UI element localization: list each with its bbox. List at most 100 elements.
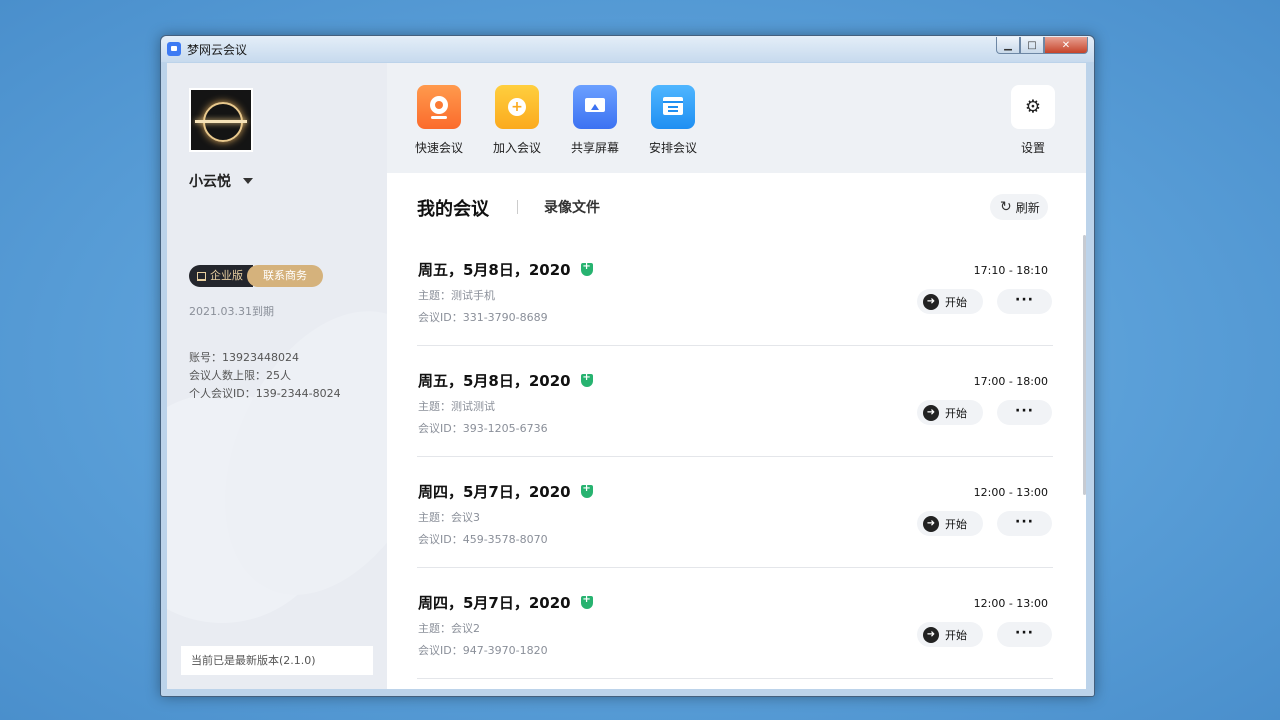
start-button[interactable]: ➜ 开始 — [917, 289, 983, 314]
edition-badges: 企业版 联系商务 — [189, 265, 323, 287]
caret-down-icon — [243, 178, 253, 184]
schedule-meeting-button[interactable]: 安排会议 — [643, 85, 703, 156]
arrow-right-icon: ➜ — [923, 293, 939, 310]
member-limit: 会议人数上限：25人 — [189, 369, 291, 382]
meeting-topic: 主题：会议3 — [418, 511, 480, 524]
personal-meeting-id: 个人会议ID：139-2344-8024 — [189, 387, 341, 400]
meeting-time: 17:00 - 18:00 — [973, 375, 1048, 388]
user-menu[interactable]: 小云悦 — [189, 171, 253, 191]
arrow-right-icon: ➜ — [923, 626, 939, 643]
minimize-button[interactable]: ▁ — [996, 37, 1020, 54]
join-meeting-tile: + — [495, 85, 539, 129]
client-area: 小云悦 企业版 联系商务 2021.03.31到期 账号：13923448024… — [167, 63, 1086, 689]
tab-divider — [517, 200, 518, 214]
quick-meeting-label: 快速会议 — [414, 141, 463, 155]
join-meeting-label: 加入会议 — [492, 141, 541, 155]
meeting-time: 17:10 - 18:10 — [973, 264, 1048, 277]
meeting-topic: 主题：会议2 — [418, 622, 480, 635]
scrollbar[interactable] — [1083, 235, 1086, 495]
window-title: 梦网云会议 — [187, 43, 248, 57]
tab-recordings[interactable]: 录像文件 — [544, 197, 600, 217]
meeting-date: 周五，5月8日，2020 — [418, 259, 593, 280]
meeting-id: 会议ID：331-3790-8689 — [418, 311, 548, 324]
meeting-date-text: 周五，5月8日，2020 — [418, 372, 571, 390]
start-label: 开始 — [945, 628, 967, 642]
share-screen-tile — [573, 85, 617, 129]
meeting-id: 会议ID：947-3970-1820 — [418, 644, 548, 657]
start-button[interactable]: ➜ 开始 — [917, 622, 983, 647]
account-info: 账号：13923448024 会议人数上限：25人 个人会议ID：139-234… — [189, 349, 341, 403]
meeting-time: 12:00 - 13:00 — [973, 486, 1048, 499]
more-button[interactable]: ··· — [997, 511, 1052, 536]
close-button[interactable]: ✕ — [1044, 37, 1088, 54]
window-controls: ▁ □ ✕ — [996, 37, 1088, 54]
edition-badge-label: 企业版 — [210, 269, 243, 282]
expiry-date: 2021.03.31到期 — [189, 305, 274, 318]
meeting-item: 周五，5月8日，2020 主题：测试测试 会议ID：393-1205-6736 … — [417, 346, 1053, 457]
meeting-date: 周四，5月7日，2020 — [418, 481, 593, 502]
settings-tile: ⚙ — [1011, 85, 1055, 129]
meeting-date: 周四，5月7日，2020 — [418, 592, 593, 613]
meeting-date-text: 周五，5月8日，2020 — [418, 261, 571, 279]
plus-circle-icon: + — [508, 98, 526, 116]
start-label: 开始 — [945, 295, 967, 309]
meeting-item: 周四，5月7日，2020 主题：会议2 会议ID：947-3970-1820 1… — [417, 568, 1053, 679]
meeting-id: 会议ID：393-1205-6736 — [418, 422, 548, 435]
camera-base-icon — [431, 116, 447, 119]
refresh-icon: ↻ — [1000, 199, 1012, 215]
share-screen-icon — [585, 98, 605, 112]
quick-meeting-button[interactable]: 快速会议 — [409, 85, 469, 156]
meetings-panel: 我的会议 录像文件 ↻ 刷新 周五，5月8日，2020 主题：测试手机 会议ID… — [387, 173, 1086, 689]
meeting-item: 周四，5月7日，2020 主题：会议3 会议ID：459-3578-8070 1… — [417, 457, 1053, 568]
start-button[interactable]: ➜ 开始 — [917, 400, 983, 425]
start-label: 开始 — [945, 406, 967, 420]
share-screen-label: 共享屏幕 — [570, 141, 619, 155]
edition-badge: 企业版 — [189, 265, 253, 287]
share-screen-button[interactable]: 共享屏幕 — [565, 85, 625, 156]
shield-icon — [580, 372, 593, 387]
arrow-right-icon: ➜ — [923, 404, 939, 421]
more-button[interactable]: ··· — [997, 400, 1052, 425]
account-number: 账号：13923448024 — [189, 351, 299, 364]
refresh-label: 刷新 — [1015, 200, 1040, 215]
tab-my-meetings[interactable]: 我的会议 — [417, 195, 489, 221]
camera-icon — [430, 96, 448, 114]
shield-icon — [580, 483, 593, 498]
building-icon — [197, 271, 206, 281]
refresh-button[interactable]: ↻ 刷新 — [990, 194, 1048, 220]
more-button[interactable]: ··· — [997, 289, 1052, 314]
gear-icon: ⚙ — [1024, 96, 1042, 118]
title-bar[interactable]: 梦网云会议 ▁ □ ✕ — [161, 36, 1094, 62]
meeting-date-text: 周四，5月7日，2020 — [418, 483, 571, 501]
app-logo-icon — [167, 42, 181, 56]
schedule-meeting-tile — [651, 85, 695, 129]
meeting-date-text: 周四，5月7日，2020 — [418, 594, 571, 612]
meeting-item: 周五，5月8日，2020 主题：测试手机 会议ID：331-3790-8689 … — [417, 235, 1053, 346]
shield-icon — [580, 594, 593, 609]
quick-meeting-tile — [417, 85, 461, 129]
settings-button[interactable]: ⚙ 设置 — [1003, 85, 1063, 156]
meeting-topic: 主题：测试手机 — [418, 289, 495, 302]
meeting-list: 周五，5月8日，2020 主题：测试手机 会议ID：331-3790-8689 … — [417, 235, 1053, 679]
meeting-id: 会议ID：459-3578-8070 — [418, 533, 548, 546]
settings-label: 设置 — [1020, 141, 1045, 155]
shield-icon — [580, 261, 593, 276]
contact-sales-button[interactable]: 联系商务 — [247, 265, 323, 287]
schedule-meeting-label: 安排会议 — [648, 141, 697, 155]
avatar[interactable] — [189, 88, 253, 152]
app-window: 梦网云会议 ▁ □ ✕ 小云悦 企业版 联系商务 2021.03.31到期 账号… — [160, 35, 1095, 697]
meeting-time: 12:00 - 13:00 — [973, 597, 1048, 610]
action-toolbar: 快速会议 + 加入会议 共享屏幕 安排会议 ⚙ 设置 — [387, 63, 1086, 173]
meeting-date: 周五，5月8日，2020 — [418, 370, 593, 391]
username: 小云悦 — [189, 174, 231, 190]
maximize-button[interactable]: □ — [1020, 37, 1044, 54]
start-button[interactable]: ➜ 开始 — [917, 511, 983, 536]
more-button[interactable]: ··· — [997, 622, 1052, 647]
meeting-topic: 主题：测试测试 — [418, 400, 495, 413]
sidebar: 小云悦 企业版 联系商务 2021.03.31到期 账号：13923448024… — [167, 63, 387, 689]
arrow-right-icon: ➜ — [923, 515, 939, 532]
version-status: 当前已是最新版本(2.1.0) — [181, 646, 373, 675]
calendar-icon — [663, 97, 683, 115]
join-meeting-button[interactable]: + 加入会议 — [487, 85, 547, 156]
start-label: 开始 — [945, 517, 967, 531]
